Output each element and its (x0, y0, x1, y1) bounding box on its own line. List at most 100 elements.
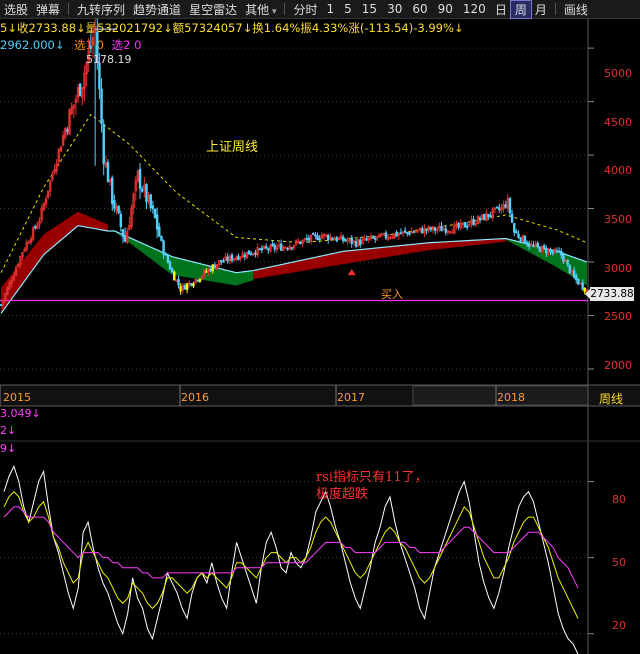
candle-body (106, 162, 110, 183)
price-axis-label-2000: 2000 (604, 359, 632, 372)
candle-body (89, 45, 93, 48)
rsi-panel (0, 465, 594, 654)
candle-body (155, 214, 159, 230)
candle-body (183, 285, 187, 290)
candle-body (264, 246, 268, 249)
rsi-axis-label-20: 20 (612, 619, 626, 632)
candle-body (581, 282, 584, 290)
candle-body (145, 184, 148, 203)
candle-body (374, 237, 377, 240)
candle-body (247, 250, 251, 255)
candle-body (326, 235, 330, 240)
candle-body (575, 275, 578, 281)
candle-body (237, 255, 240, 260)
candle-body (254, 252, 257, 255)
current-price-tag: 2733.88 (585, 287, 634, 301)
candle-body (66, 129, 69, 132)
chart-name-label: 上证周线 (206, 140, 259, 155)
candle-body (465, 225, 469, 228)
candle-body (117, 205, 120, 214)
candle-body (536, 242, 539, 247)
candle-body (572, 270, 576, 278)
x-axis-label-2017: 2017 (337, 391, 365, 404)
candle-body (170, 268, 174, 273)
candle-body (478, 217, 482, 220)
candle-body (532, 244, 535, 247)
candle-body (168, 261, 172, 270)
candle-body (440, 225, 443, 232)
candle-body (230, 254, 234, 261)
candle-body (421, 228, 424, 234)
candle-body (267, 248, 270, 251)
candle-body (111, 177, 114, 204)
buy-signal-label: 买入 (381, 288, 403, 301)
candle-body (250, 253, 253, 256)
candle-body (209, 268, 212, 272)
candle-body (412, 231, 415, 234)
rsi-mid-line (3, 490, 579, 619)
candle-body (220, 259, 223, 263)
candle-body (350, 237, 353, 244)
rsi-axis-label-80: 80 (612, 493, 626, 506)
candle-body (205, 270, 208, 273)
candle-body (196, 279, 199, 282)
candle-body (305, 237, 309, 240)
candle-body (100, 88, 103, 124)
candlestick-chart[interactable] (0, 0, 640, 654)
candle-body (365, 238, 368, 241)
candle-body (140, 189, 144, 192)
candle-body (395, 231, 398, 237)
candle-body (513, 223, 516, 233)
candle-body (577, 278, 580, 285)
candle-body (162, 240, 165, 255)
candle-body (279, 243, 283, 251)
candle-body (260, 247, 264, 251)
candle-body (149, 194, 152, 208)
candle-body (286, 247, 289, 250)
candle-body (483, 214, 486, 221)
candle-body (515, 231, 518, 234)
candle-body (472, 218, 475, 226)
candle-body (359, 239, 362, 245)
candle-body (508, 198, 512, 214)
rsi-note-line-2: 极度超跌 (316, 487, 369, 502)
candle-body (318, 238, 321, 241)
rsi-axis-label-50: 50 (612, 556, 626, 569)
candle-body (545, 248, 548, 254)
candle-body (451, 231, 454, 234)
candle-body (98, 62, 101, 90)
candle-body (527, 243, 531, 247)
candle-body (408, 232, 411, 235)
candle-body (271, 243, 274, 247)
candle-body (489, 215, 492, 218)
candle-body (538, 247, 542, 252)
candle-body (525, 242, 529, 246)
candle-body (557, 250, 561, 253)
candle-body (222, 260, 225, 263)
candle-body (371, 236, 375, 239)
candle-body (179, 286, 182, 292)
trend-bands (0, 113, 588, 314)
candle-body (425, 229, 428, 231)
x-axis-label-2016: 2016 (181, 391, 209, 404)
candle-body (316, 235, 319, 241)
candle-body (78, 83, 82, 97)
price-axis-label-4500: 4500 (604, 116, 632, 129)
candle-body (406, 232, 409, 234)
x-axis-label-2018: 2018 (497, 391, 525, 404)
candle-body (160, 236, 163, 241)
candle-body (384, 232, 388, 239)
candle-body (457, 222, 460, 228)
price-axis-label-3000: 3000 (604, 262, 632, 275)
candle-body (290, 247, 294, 249)
candle-body (549, 250, 552, 252)
candle-body (213, 264, 217, 269)
candle-body (158, 226, 161, 237)
rsi-fast-line (3, 465, 579, 654)
candle-body (560, 250, 563, 256)
candle-body (523, 235, 527, 245)
candle-body (153, 208, 157, 218)
candle-body (314, 234, 317, 237)
candle-body (299, 241, 302, 245)
candle-body (403, 230, 407, 233)
